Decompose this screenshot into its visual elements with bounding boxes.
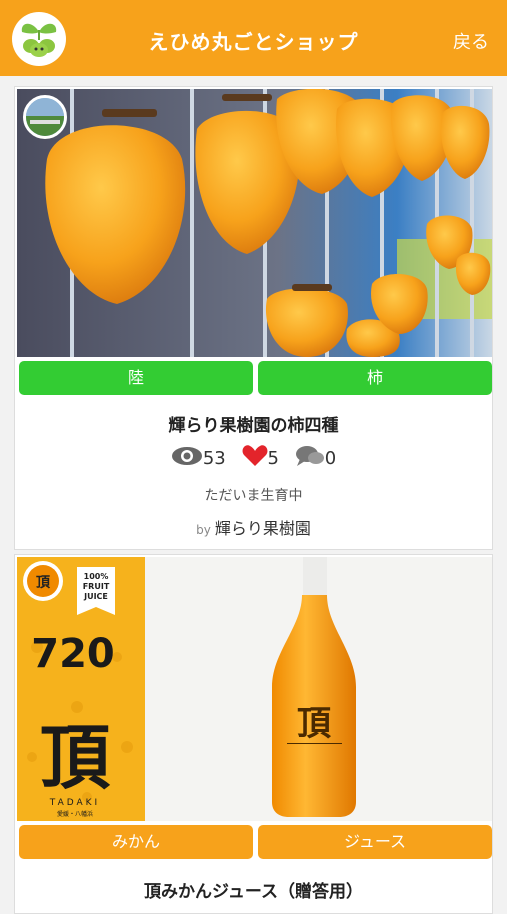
- status-text: ただいま生育中: [204, 488, 303, 504]
- app-title: えひめ丸ごとショップ: [148, 30, 359, 54]
- product-card[interactable]: 頂 100% FRUIT JUICE 720 頂 TADAKI 愛媛・八幡浜 頂…: [14, 554, 493, 914]
- product-label-brand-sub: 愛媛・八幡浜: [57, 810, 93, 818]
- product-title[interactable]: 輝らり果樹園の柿四種: [15, 411, 492, 436]
- juice-bottle-photo: 頂 100% FRUIT JUICE 720 頂 TADAKI 愛媛・八幡浜 頂: [17, 557, 492, 821]
- bottle-label-kanji: 頂: [297, 704, 332, 744]
- heart-icon[interactable]: [242, 445, 268, 472]
- eye-icon: [171, 446, 203, 471]
- view-count: 53: [202, 448, 226, 469]
- item-tag[interactable]: 柿: [258, 361, 492, 395]
- dried-persimmon-photo: [17, 89, 492, 357]
- product-title[interactable]: 頂みかんジュース（贈答用）: [15, 877, 492, 902]
- farm-avatar[interactable]: [23, 95, 67, 139]
- by-label: by: [196, 523, 211, 537]
- author-line[interactable]: by 輝らり果樹園: [15, 515, 492, 539]
- category-tag[interactable]: 陸: [19, 361, 253, 395]
- like-count: 5: [267, 448, 279, 469]
- app-header: えひめ丸ごとショップ 戻る: [0, 0, 507, 76]
- tag-row: 陸 柿: [17, 361, 492, 395]
- product-label-brand-roman: TADAKI: [49, 798, 100, 808]
- product-label-kanji: 頂: [36, 575, 51, 591]
- product-photo[interactable]: [17, 89, 492, 357]
- comment-icon[interactable]: [295, 445, 325, 472]
- item-tag[interactable]: ジュース: [258, 825, 492, 859]
- farm-landscape-icon: [26, 98, 64, 136]
- product-label-brand-kanji: 頂: [40, 716, 111, 799]
- product-label-volume: 720: [31, 631, 115, 677]
- product-card[interactable]: 陸 柿 輝らり果樹園の柿四種 53 5 0 ただいま生育中 by 輝らり果樹園: [14, 86, 493, 550]
- product-label-juice-badge-line: FRUIT: [83, 582, 110, 591]
- author-name[interactable]: 輝らり果樹園: [215, 519, 311, 538]
- product-photo[interactable]: 頂 100% FRUIT JUICE 720 頂 TADAKI 愛媛・八幡浜 頂: [17, 557, 492, 821]
- comment-count: 0: [324, 448, 337, 469]
- stats-row: 53 5 0: [15, 445, 492, 472]
- category-tag[interactable]: みかん: [19, 825, 253, 859]
- tag-row: みかん ジュース: [17, 825, 492, 859]
- back-button[interactable]: 戻る: [453, 28, 489, 54]
- product-label-juice-badge-line: 100%: [84, 572, 109, 581]
- product-label-juice-badge-line: JUICE: [83, 592, 108, 601]
